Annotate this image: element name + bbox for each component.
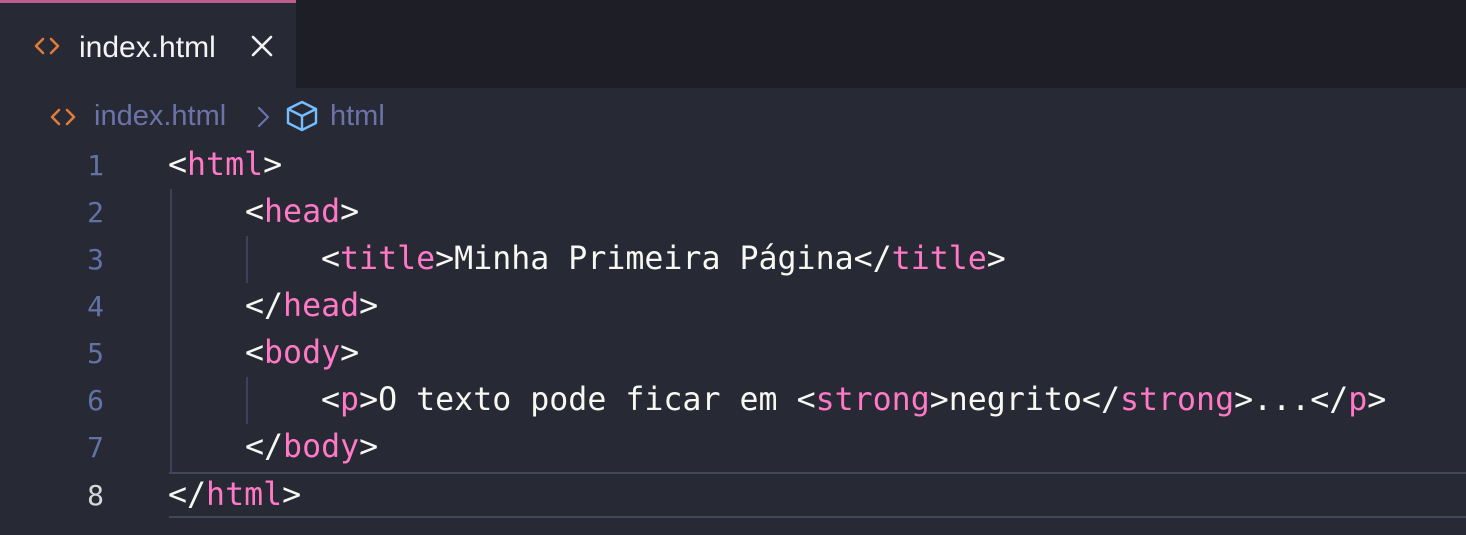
code-line[interactable]: 3 <title>Minha Primeira Página</title> (0, 236, 1466, 283)
punctuation-token: </ (1081, 382, 1120, 418)
punctuation-token: </ (1310, 382, 1349, 418)
punctuation-token: < (321, 382, 341, 418)
punctuation-token: > (359, 288, 379, 324)
tag-name-token: body (264, 335, 341, 371)
tab-label: index.html (79, 31, 216, 64)
punctuation-token: < (168, 147, 188, 183)
punctuation-token: > (1234, 382, 1254, 418)
code-line[interactable]: 4 </head> (0, 283, 1466, 330)
line-number: 5 (87, 337, 104, 370)
line-number: 8 (87, 479, 104, 512)
punctuation-token: > (1367, 382, 1387, 418)
punctuation-token: </ (245, 288, 284, 324)
close-icon[interactable] (247, 31, 277, 61)
tag-name-token: strong (1119, 382, 1235, 418)
punctuation-token: > (340, 335, 360, 371)
line-number: 1 (87, 149, 104, 182)
code-brackets-icon (50, 108, 76, 126)
tag-name-token: p (1348, 382, 1368, 418)
punctuation-token: < (796, 382, 816, 418)
code-text: <head> (245, 189, 359, 236)
line-number: 4 (87, 290, 104, 323)
breadcrumb: index.html html (0, 94, 1466, 138)
code-text: <title>Minha Primeira Página</title> (321, 236, 1006, 283)
punctuation-token: > (359, 382, 379, 418)
punctuation-token: </ (168, 477, 207, 513)
code-brackets-icon (34, 37, 60, 55)
punctuation-token: < (321, 241, 341, 277)
code-line[interactable]: 1 <html> (0, 142, 1466, 189)
tag-name-token: title (340, 241, 436, 277)
text-token: negrito (948, 382, 1082, 418)
tag-name-token: html (206, 477, 283, 513)
tab-bar: index.html (0, 0, 1466, 88)
code-line[interactable]: 6 <p>O texto pode ficar em <strong>negri… (0, 377, 1466, 424)
tag-name-token: html (187, 147, 264, 183)
breadcrumb-file[interactable]: index.html (94, 96, 226, 136)
punctuation-token: > (340, 194, 360, 230)
text-token: O texto pode ficar em (378, 382, 797, 418)
text-token: ... (1253, 382, 1311, 418)
chevron-right-icon (257, 106, 270, 128)
code-line[interactable]: 8 </html> (0, 472, 1466, 519)
line-number: 7 (87, 431, 104, 464)
code-line[interactable]: 2 <head> (0, 189, 1466, 236)
punctuation-token: < (245, 335, 265, 371)
punctuation-token: > (282, 477, 302, 513)
tag-name-token: body (283, 429, 360, 465)
punctuation-token: </ (245, 429, 284, 465)
punctuation-token: > (929, 382, 949, 418)
punctuation-token: < (245, 194, 265, 230)
punctuation-token: > (435, 241, 455, 277)
code-text: </body> (245, 424, 378, 471)
tag-name-token: title (891, 241, 987, 277)
text-token: Minha Primeira Página (454, 241, 854, 277)
tag-name-token: head (283, 288, 360, 324)
tag-name-token: head (264, 194, 341, 230)
breadcrumb-symbol[interactable]: html (330, 96, 385, 136)
line-number: 2 (87, 196, 104, 229)
code-text: <p>O texto pode ficar em <strong>negrito… (321, 377, 1386, 424)
punctuation-token: > (986, 241, 1006, 277)
code-editor[interactable]: 1 <html> 2 <head> 3 <title>Minha Primeir… (0, 142, 1466, 535)
code-line[interactable]: 5 <body> (0, 330, 1466, 377)
tag-name-token: p (340, 382, 360, 418)
code-text: <body> (245, 330, 359, 377)
tag-name-token: strong (815, 382, 930, 418)
cube-icon (286, 100, 318, 132)
punctuation-token: > (263, 147, 283, 183)
punctuation-token: > (359, 429, 379, 465)
code-text: </head> (245, 283, 378, 330)
punctuation-token: </ (853, 241, 892, 277)
tab-index-html[interactable]: index.html (0, 0, 296, 88)
line-number: 3 (87, 243, 104, 276)
line-number: 6 (87, 384, 104, 417)
code-text: <html> (168, 142, 282, 189)
code-line[interactable]: 7 </body> (0, 424, 1466, 471)
code-text: </html> (168, 472, 301, 519)
